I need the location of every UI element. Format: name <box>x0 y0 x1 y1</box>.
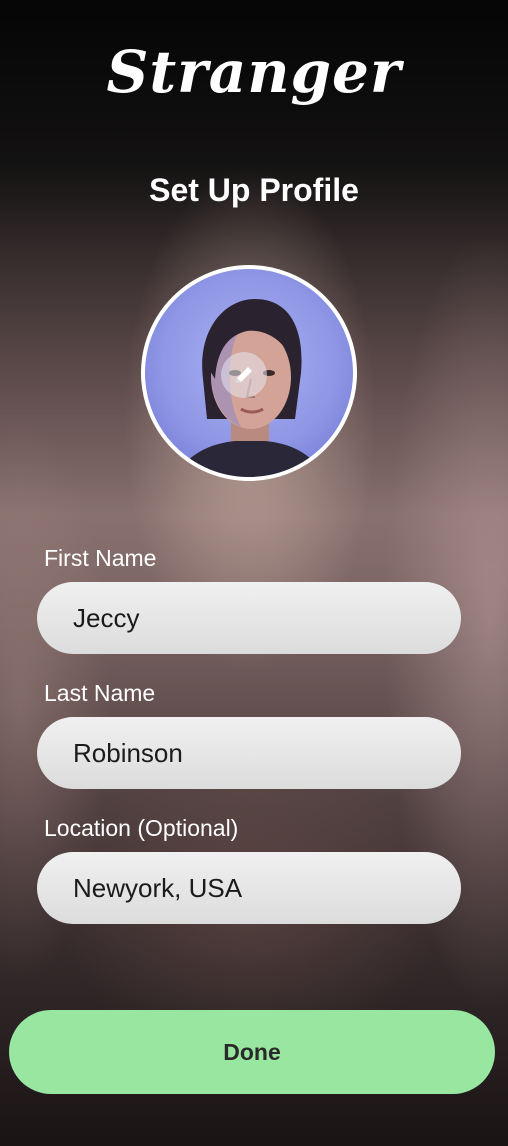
location-field[interactable]: Newyork, USA <box>37 852 461 924</box>
first-name-label: First Name <box>44 545 157 571</box>
edit-avatar-button[interactable] <box>221 352 267 398</box>
location-label: Location (Optional) <box>44 815 239 841</box>
first-name-field[interactable]: Jeccy <box>37 582 461 654</box>
last-name-label: Last Name <box>44 680 156 706</box>
done-button[interactable]: Done <box>9 1010 495 1094</box>
page-title: Set Up Profile <box>149 172 359 208</box>
app-logo: Stranger <box>106 38 402 106</box>
profile-setup-screen: Stranger Set Up Profile First Name Jeccy… <box>0 0 508 1146</box>
pencil-icon <box>236 367 252 383</box>
last-name-field[interactable]: Robinson <box>37 717 461 789</box>
